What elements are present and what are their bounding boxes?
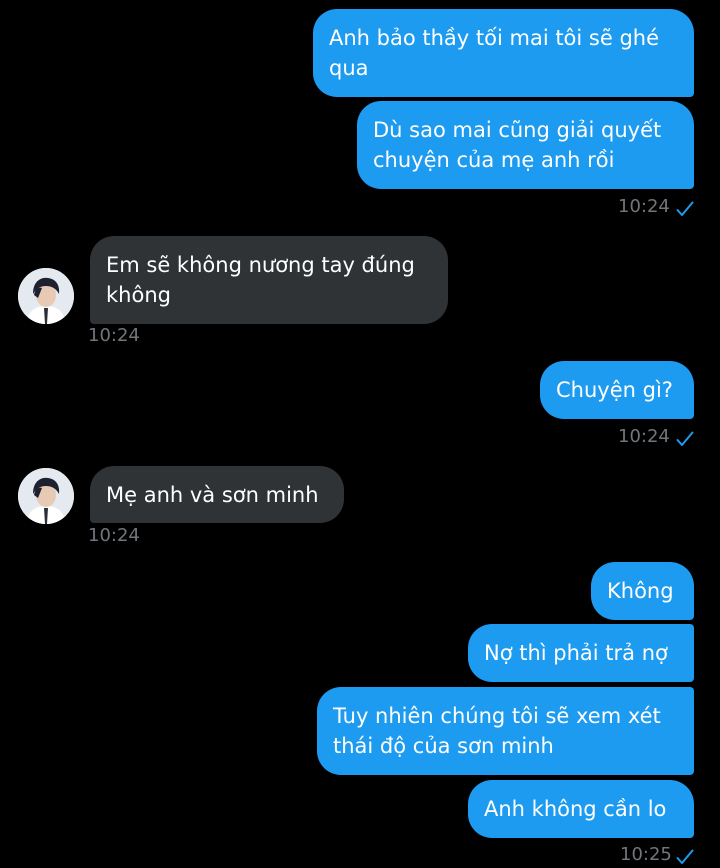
chat-thread: Anh bảo thầy tối mai tôi sẽ ghé qua Dù s… bbox=[0, 0, 720, 868]
message-timestamp: 10:24 bbox=[618, 426, 670, 447]
avatar-image bbox=[18, 468, 74, 524]
outgoing-message-bubble[interactable]: Tuy nhiên chúng tôi sẽ xem xét thái độ c… bbox=[317, 687, 694, 775]
read-check-icon bbox=[676, 849, 694, 864]
outgoing-message-bubble[interactable]: Nợ thì phải trả nợ bbox=[468, 624, 694, 682]
outgoing-message-bubble[interactable]: Anh bảo thầy tối mai tôi sẽ ghé qua bbox=[313, 9, 694, 97]
read-check-icon bbox=[676, 201, 694, 216]
contact-avatar[interactable] bbox=[18, 268, 74, 324]
outgoing-message-bubble[interactable]: Anh không cần lo bbox=[468, 780, 694, 838]
incoming-message-bubble[interactable]: Mẹ anh và sơn minh bbox=[90, 466, 344, 523]
outgoing-message-bubble[interactable]: Không bbox=[591, 562, 694, 620]
outgoing-message-bubble[interactable]: Dù sao mai cũng giải quyết chuyện của mẹ… bbox=[357, 101, 694, 189]
message-timestamp: 10:24 bbox=[88, 325, 140, 346]
message-timestamp: 10:24 bbox=[88, 525, 140, 546]
read-check-icon bbox=[676, 431, 694, 446]
message-timestamp: 10:24 bbox=[618, 196, 670, 217]
outgoing-message-bubble[interactable]: Chuyện gì? bbox=[540, 361, 694, 419]
incoming-message-bubble[interactable]: Em sẽ không nương tay đúng không bbox=[90, 236, 448, 324]
avatar-image bbox=[18, 268, 74, 324]
message-timestamp: 10:25 bbox=[620, 844, 672, 865]
contact-avatar[interactable] bbox=[18, 468, 74, 524]
